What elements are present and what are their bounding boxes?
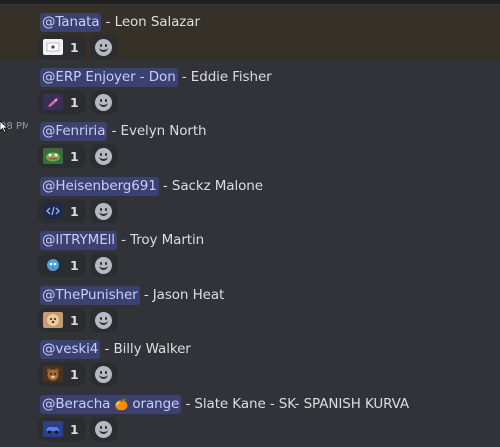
fish-emoji-icon	[43, 94, 63, 110]
user-mention[interactable]: @Beracha 🍊 orange	[40, 394, 182, 414]
message-line: @ERP Enjoyer - Don - Eddie Fisher	[40, 66, 272, 88]
reaction-bar: 1	[38, 308, 118, 332]
message-line: @Heisenberg691 - Sackz Malone	[40, 175, 263, 197]
reaction-button[interactable]: 1	[38, 35, 86, 59]
reaction-button[interactable]: 1	[38, 253, 86, 277]
reaction-bar: 1	[38, 35, 118, 59]
reaction-bar: 1	[38, 144, 118, 168]
smile-icon	[95, 147, 113, 165]
add-reaction-button[interactable]	[89, 90, 118, 114]
list-item: @ThePunisher - Jason Heat 1	[0, 278, 500, 333]
reaction-button[interactable]: 1	[38, 308, 86, 332]
smile-icon	[95, 93, 113, 111]
list-item: @ERP Enjoyer - Don - Eddie Fisher 1	[0, 60, 500, 115]
reaction-count: 1	[70, 366, 79, 382]
message-line: @Fenriria - Evelyn North	[40, 120, 207, 142]
user-mention[interactable]: @IlTRYMEll	[40, 230, 117, 250]
code-emoji-icon	[43, 203, 63, 219]
smile-icon	[95, 38, 113, 56]
list-item: @Beracha 🍊 orange - Slate Kane - SK- SPA…	[0, 387, 500, 442]
message-text: - Evelyn North	[107, 123, 207, 139]
message-text: - Eddie Fisher	[177, 69, 272, 85]
smile-icon	[95, 311, 113, 329]
user-mention[interactable]: @Tanata	[40, 12, 102, 32]
add-reaction-button[interactable]	[89, 362, 118, 386]
reaction-count: 1	[70, 421, 79, 437]
list-item: @Heisenberg691 - Sackz Malone 1	[0, 169, 500, 224]
mention-text-suffix: orange	[128, 395, 180, 412]
reaction-button[interactable]: 1	[38, 199, 86, 223]
reaction-bar: 1	[38, 362, 118, 386]
smile-icon	[95, 420, 113, 438]
blob-emoji-icon	[43, 257, 63, 273]
user-mention[interactable]: @ThePunisher	[40, 285, 140, 305]
reaction-count: 1	[70, 148, 79, 164]
add-reaction-button[interactable]	[89, 199, 118, 223]
pepe-emoji-icon	[43, 148, 63, 164]
message-text: - Troy Martin	[116, 232, 205, 248]
mention-text: @Beracha	[42, 395, 115, 412]
car-emoji-icon	[43, 421, 63, 437]
orange-emoji-icon: 🍊	[114, 397, 129, 411]
add-reaction-button[interactable]	[89, 253, 118, 277]
reaction-count: 1	[70, 203, 79, 219]
reaction-button[interactable]: 1	[38, 144, 86, 168]
message-text: - Billy Walker	[100, 341, 191, 357]
add-reaction-button[interactable]	[89, 417, 118, 441]
reaction-count: 1	[70, 312, 79, 328]
reaction-count: 1	[70, 257, 79, 273]
user-mention[interactable]: @Heisenberg691	[40, 176, 159, 196]
user-mention[interactable]: @veski4	[40, 339, 101, 359]
add-reaction-button[interactable]	[89, 308, 118, 332]
add-reaction-button[interactable]	[89, 35, 118, 59]
message-text: - Sackz Malone	[158, 178, 263, 194]
message-line: @Beracha 🍊 orange - Slate Kane - SK- SPA…	[40, 393, 409, 415]
reaction-button[interactable]: 1	[38, 417, 86, 441]
list-item: @veski4 - Billy Walker 1	[0, 332, 500, 387]
reaction-bar: 1	[38, 90, 118, 114]
dog-emoji-icon	[43, 312, 63, 328]
flag-emoji-icon	[43, 39, 63, 55]
reaction-bar: 1	[38, 199, 118, 223]
list-item: @Tanata - Leon Salazar 1	[0, 5, 500, 60]
message-text: - Leon Salazar	[101, 14, 200, 30]
message-text: - Jason Heat	[139, 287, 225, 303]
bear-emoji-icon	[43, 366, 63, 382]
list-item: @Fenriria - Evelyn North 1	[0, 114, 500, 169]
message-text: - Slate Kane - SK- SPANISH KURVA	[181, 396, 410, 412]
reaction-count: 1	[70, 94, 79, 110]
reaction-bar: 1	[38, 417, 118, 441]
add-reaction-button[interactable]	[89, 144, 118, 168]
reaction-bar: 1	[38, 253, 118, 277]
user-mention[interactable]: @Fenriria	[40, 121, 108, 141]
list-item: @IlTRYMEll - Troy Martin 1	[0, 223, 500, 278]
message-line: @IlTRYMEll - Troy Martin	[40, 229, 204, 251]
reaction-button[interactable]: 1	[38, 362, 86, 386]
smile-icon	[95, 256, 113, 274]
user-mention[interactable]: @ERP Enjoyer - Don	[40, 67, 178, 87]
top-divider	[0, 0, 500, 4]
message-line: @veski4 - Billy Walker	[40, 338, 191, 360]
message-line: @ThePunisher - Jason Heat	[40, 284, 224, 306]
message-line: @Tanata - Leon Salazar	[40, 11, 200, 33]
reaction-button[interactable]: 1	[38, 90, 86, 114]
reaction-count: 1	[70, 39, 79, 55]
smile-icon	[95, 365, 113, 383]
smile-icon	[95, 202, 113, 220]
